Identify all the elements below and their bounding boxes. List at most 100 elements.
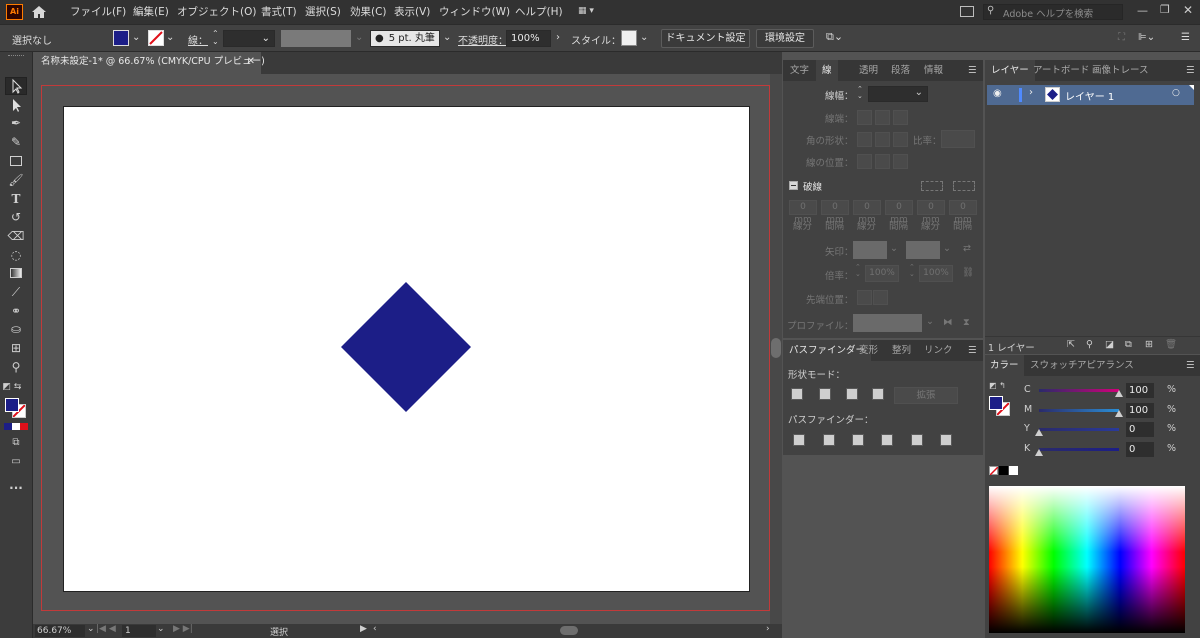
zoom-dropdown-icon[interactable]: ⌄ <box>87 624 95 634</box>
arrange-icon[interactable]: ⧉⌄ <box>826 30 843 44</box>
style-swatch[interactable] <box>621 30 637 46</box>
unite-icon[interactable] <box>791 388 803 400</box>
white-swatch[interactable] <box>1009 466 1018 475</box>
last-artboard-icon[interactable]: ▶ ▶| <box>173 624 193 634</box>
black-swatch[interactable] <box>999 466 1008 475</box>
exclude-icon[interactable] <box>872 388 884 400</box>
paintbrush-tool-icon[interactable]: 🖌 <box>6 172 26 188</box>
curvature-tool-icon[interactable]: ✎ <box>6 134 26 150</box>
draw-mode-icon[interactable]: ⧉ <box>6 435 26 451</box>
channel-slider-c[interactable] <box>1039 389 1119 392</box>
stroke-dropdown-icon[interactable]: ⌄ <box>166 32 174 43</box>
lasso-tool-icon[interactable]: ◌ <box>6 247 26 263</box>
channel-knob-c[interactable] <box>1115 390 1123 397</box>
merge-icon[interactable] <box>852 434 864 446</box>
fill-dropdown-icon[interactable]: ⌄ <box>132 32 140 43</box>
channel-value-y[interactable]: 0 <box>1126 422 1154 437</box>
panel-menu-icon[interactable]: ☰ <box>1186 60 1195 81</box>
fill-color-box[interactable] <box>5 398 19 412</box>
panel-menu-icon[interactable]: ☰ <box>1186 355 1195 376</box>
symbol-sprayer-tool-icon[interactable]: ⛀ <box>6 321 26 337</box>
menu-item-0[interactable]: ファイル(F) <box>70 4 126 19</box>
channel-slider-y[interactable] <box>1039 428 1119 431</box>
vertical-scrollbar[interactable] <box>770 74 782 624</box>
tab-color[interactable]: カラー <box>985 355 1024 376</box>
preferences-button[interactable]: 環境設定 <box>756 29 814 48</box>
menu-item-8[interactable]: ヘルプ(H) <box>515 4 563 19</box>
channel-slider-m[interactable] <box>1039 408 1119 412</box>
tab-info[interactable]: 情報 <box>924 60 943 81</box>
tab-align[interactable]: 整列 <box>892 340 911 361</box>
weight-stepper-icon[interactable]: ⌃ ⌄ <box>857 86 863 100</box>
channel-value-c[interactable]: 100 <box>1126 383 1154 398</box>
layer-target-icon[interactable]: ○ <box>1172 88 1180 98</box>
crop-icon[interactable] <box>881 434 893 446</box>
clip-mask-icon[interactable]: ◪ <box>1105 339 1114 350</box>
tab-artboards[interactable]: アートボード <box>1033 60 1089 81</box>
tab-pathfinder[interactable]: パスファインダー <box>783 340 872 361</box>
channel-slider-k[interactable] <box>1039 447 1119 451</box>
color-fill-box[interactable] <box>989 396 1003 410</box>
screen-mode-icon[interactable]: ▭ <box>6 454 26 470</box>
zoom-tool-icon[interactable]: ⚲ <box>6 359 26 375</box>
dashed-checkbox[interactable] <box>789 181 798 190</box>
panel-menu-icon[interactable]: ☰ <box>968 60 977 81</box>
tab-links[interactable]: リンク <box>924 340 953 361</box>
tab-swatches[interactable]: スウォッチ <box>1030 355 1078 376</box>
tab-paragraph[interactable]: 段落 <box>891 60 910 81</box>
menu-item-2[interactable]: オブジェクト(O) <box>177 4 256 19</box>
variable-width-field[interactable] <box>281 30 351 47</box>
variable-width-dropdown[interactable]: ⌄ <box>355 32 363 43</box>
minus-back-icon[interactable] <box>940 434 952 446</box>
locate-object-icon[interactable]: ⚲ <box>1086 339 1093 350</box>
tab-appearance[interactable]: アピアランス <box>1077 355 1134 376</box>
tab-transparency[interactable]: 透明 <box>859 60 878 81</box>
channel-knob-m[interactable] <box>1115 409 1123 417</box>
default-fill-stroke-icon[interactable]: ◩ ↰ <box>989 381 1006 390</box>
opacity-label[interactable]: 不透明度： <box>458 32 508 47</box>
divide-icon[interactable] <box>793 434 805 446</box>
first-artboard-icon[interactable]: |◀ ◀ <box>96 624 116 634</box>
channel-value-k[interactable]: 0 <box>1126 441 1154 457</box>
vertical-scroll-thumb[interactable] <box>771 338 781 358</box>
layer-row[interactable]: ◉ › レイヤー 1 ○ <box>987 85 1194 105</box>
menu-item-6[interactable]: 表示(V) <box>394 4 430 19</box>
fill-swatch[interactable] <box>113 30 129 46</box>
channel-knob-y[interactable] <box>1035 429 1043 436</box>
home-icon[interactable] <box>30 4 48 20</box>
status-menu-icon[interactable]: ▶ <box>360 624 367 634</box>
panel-menu-icon[interactable]: ☰ <box>968 340 977 361</box>
artboard-tool-icon[interactable]: ⊞ <box>6 340 26 356</box>
trim-icon[interactable] <box>823 434 835 446</box>
menu-item-7[interactable]: ウィンドウ(W) <box>439 4 510 19</box>
eyedropper-tool-icon[interactable]: ⟋ <box>6 284 26 300</box>
layer-name[interactable]: レイヤー 1 <box>1065 88 1114 103</box>
scroll-left-icon[interactable]: ‹ <box>373 624 377 634</box>
restore-icon[interactable]: ❐ <box>1160 3 1170 16</box>
opacity-field[interactable]: 100% <box>506 30 551 47</box>
weight-label[interactable]: 線幅： <box>825 88 854 102</box>
rectangle-tool-icon[interactable] <box>6 153 26 169</box>
visibility-eye-icon[interactable]: ◉ <box>993 88 1002 99</box>
style-dropdown-icon[interactable]: ⌄ <box>640 32 648 43</box>
tab-layers[interactable]: レイヤー <box>985 60 1035 81</box>
stroke-label[interactable]: 線： <box>188 32 208 47</box>
tab-stroke[interactable]: 線 <box>816 60 838 81</box>
pen-tool-icon[interactable]: ✒ <box>6 115 26 131</box>
help-search-input[interactable]: ⚲ Adobe ヘルプを検索 <box>983 4 1123 20</box>
stroke-weight-field[interactable]: ⌄ <box>223 30 275 47</box>
outline-icon[interactable] <box>911 434 923 446</box>
brush-field[interactable]: ● 5 pt. 丸筆 <box>370 30 440 47</box>
delete-layer-icon[interactable]: 🗑 <box>1165 339 1177 350</box>
menu-item-1[interactable]: 編集(E) <box>133 4 169 19</box>
new-sublayer-icon[interactable]: ⧉ <box>1125 339 1132 350</box>
workspace-switcher-icon[interactable]: ▦ ▾ <box>578 6 606 18</box>
menu-item-3[interactable]: 書式(T) <box>261 4 297 19</box>
rotate-tool-icon[interactable]: ↺ <box>6 209 26 225</box>
color-spectrum[interactable] <box>989 486 1185 633</box>
opacity-arrow-icon[interactable]: › <box>556 32 560 43</box>
blend-tool-icon[interactable]: ⚭ <box>6 303 26 319</box>
stroke-swatch[interactable] <box>148 30 164 46</box>
tab-character[interactable]: 文字 <box>790 60 809 81</box>
expand-layer-icon[interactable]: › <box>1029 87 1033 98</box>
